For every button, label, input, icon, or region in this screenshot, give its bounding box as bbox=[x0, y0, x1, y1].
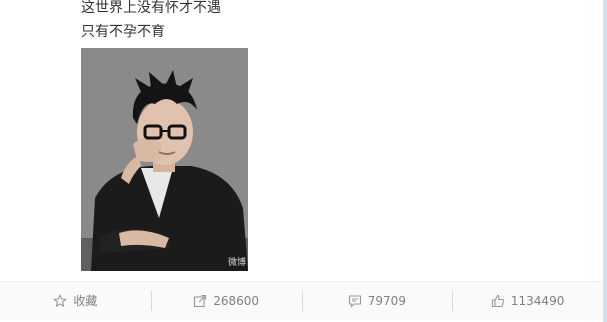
action-bar: 收藏 268600 79709 1134490 bbox=[0, 281, 603, 319]
image-watermark: 微博 bbox=[227, 258, 246, 268]
thumbs-up-icon bbox=[491, 294, 505, 308]
comment-count: 79709 bbox=[367, 293, 406, 308]
comment-button[interactable]: 79709 bbox=[301, 282, 453, 319]
repost-count: 268600 bbox=[213, 293, 260, 308]
repost-button[interactable]: 268600 bbox=[150, 282, 302, 319]
share-icon bbox=[193, 294, 207, 308]
post-image[interactable]: 微博 bbox=[81, 48, 248, 271]
post-text-line-1: 这世界上没有怀才不遇 bbox=[81, 0, 221, 16]
like-count: 1134490 bbox=[510, 293, 565, 308]
favorite-label: 收藏 bbox=[73, 294, 98, 308]
like-button[interactable]: 1134490 bbox=[452, 282, 603, 319]
scroll-edge bbox=[603, 0, 607, 322]
post-text-line-2: 只有不孕不育 bbox=[81, 24, 165, 40]
feed-card: 这世界上没有怀才不遇 只有不孕不育 微博 收藏 268600 79709 113… bbox=[0, 0, 604, 319]
star-icon bbox=[53, 293, 68, 308]
favorite-button[interactable]: 收藏 bbox=[0, 282, 151, 319]
comment-icon bbox=[348, 294, 362, 308]
portrait-illustration bbox=[81, 48, 248, 271]
